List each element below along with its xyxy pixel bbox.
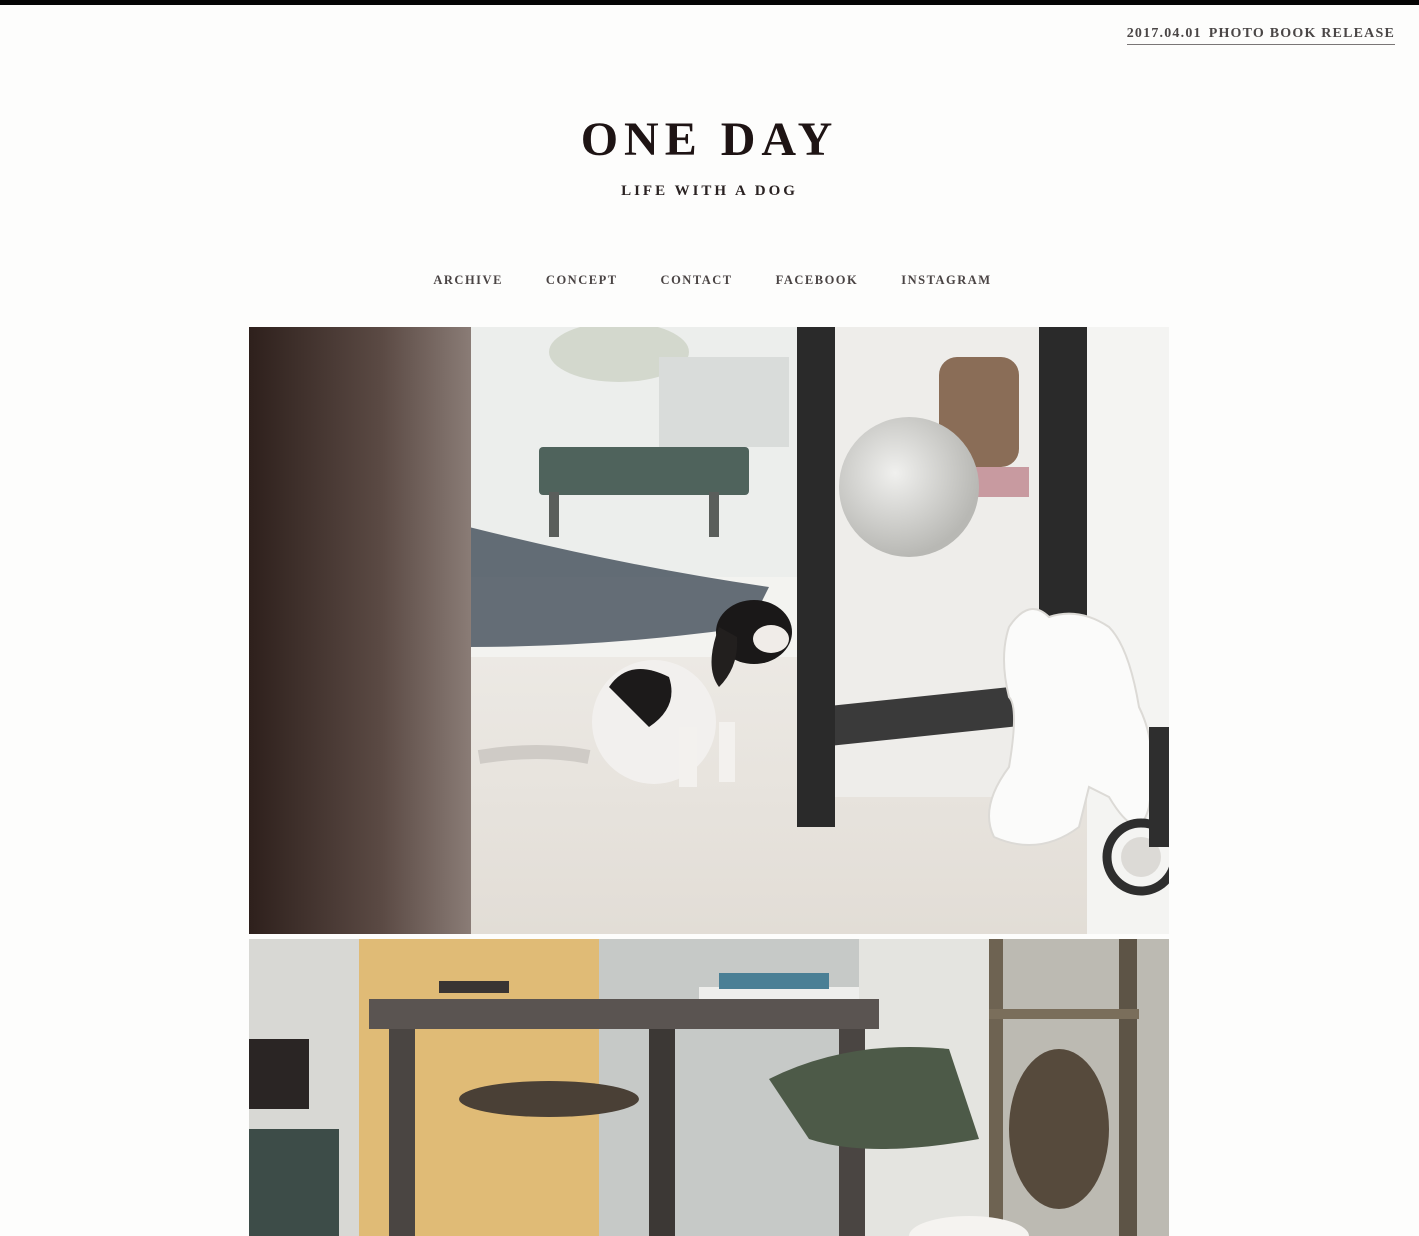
release-date: 2017.04.01 xyxy=(1126,26,1202,41)
nav-facebook[interactable]: FACEBOOK xyxy=(776,273,859,288)
photo-dog-by-mirror[interactable] xyxy=(249,327,1169,934)
nav-concept[interactable]: CONCEPT xyxy=(546,273,618,288)
nav-contact[interactable]: CONTACT xyxy=(661,273,733,288)
top-bar xyxy=(0,0,1419,5)
main-nav: ARCHIVE CONCEPT CONTACT FACEBOOK INSTAGR… xyxy=(0,273,1419,288)
site-title[interactable]: ONE DAY xyxy=(0,112,1419,167)
nav-instagram[interactable]: INSTAGRAM xyxy=(901,273,991,288)
nav-archive[interactable]: ARCHIVE xyxy=(433,273,503,288)
photo-book-release-link[interactable]: 2017.04.01 PHOTO BOOK RELEASE xyxy=(1126,26,1395,45)
photo-living-room-table[interactable] xyxy=(249,939,1169,1236)
site-tagline: LIFE WITH A DOG xyxy=(621,183,798,199)
release-label: PHOTO BOOK RELEASE xyxy=(1208,26,1395,41)
